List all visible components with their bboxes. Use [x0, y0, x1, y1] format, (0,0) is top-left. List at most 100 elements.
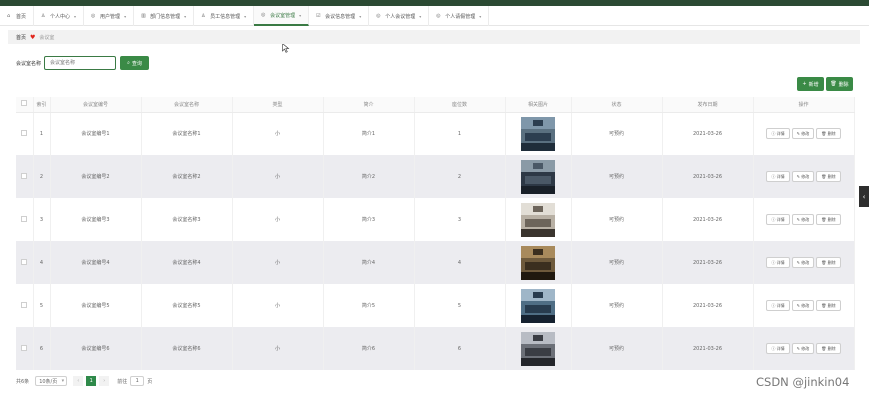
room-photo[interactable] [521, 202, 555, 237]
delete-button[interactable]: 🗑 删除 [816, 171, 841, 182]
cell-photo [505, 284, 572, 327]
chevron-left-icon: ‹ [862, 192, 866, 201]
cell-date: 2021-03-26 [662, 327, 754, 370]
cell-code: 会议室编号6 [50, 327, 142, 370]
cell-actions: ⓘ 详情 ✎ 修改 🗑 删除 [753, 284, 855, 327]
nav-item-meeting-info[interactable]: ☑ 会议信息管理 ▾ [309, 6, 370, 26]
circle-icon: ◎ [91, 12, 96, 19]
room-photo[interactable] [521, 288, 555, 323]
page-size-select[interactable]: 10条/页 ▾ [35, 376, 68, 386]
search-icon: ⌕ [127, 60, 130, 66]
cell-type: 小 [232, 284, 324, 327]
search-input[interactable] [44, 56, 116, 70]
page-number-current[interactable]: 1 [86, 376, 97, 386]
row-select-cell[interactable] [16, 155, 34, 198]
cell-intro: 简介4 [323, 241, 415, 284]
delete-button[interactable]: 🗑 删除 [816, 343, 841, 354]
row-select-cell[interactable] [16, 284, 34, 327]
table-row[interactable]: 4 会议室编号4 会议室名称4 小简介4 4 可预约 2021-03-26 ⓘ 详情 ✎ 修改 🗑… [16, 241, 855, 284]
cell-index: 2 [33, 155, 51, 198]
detail-button[interactable]: ⓘ 详情 [766, 343, 790, 354]
breadcrumb-home[interactable]: 首页 [16, 34, 26, 41]
cell-photo [505, 198, 572, 241]
edit-button[interactable]: ✎ 修改 [791, 343, 815, 354]
row-select-cell[interactable] [16, 241, 34, 284]
delete-button[interactable]: 🗑 删除 [816, 214, 841, 225]
edit-button[interactable]: ✎ 修改 [791, 171, 815, 182]
table-row[interactable]: 3 会议室编号3 会议室名称3 小简介3 3 可预约 2021-03-26 ⓘ 详情 ✎ 修改 🗑… [16, 198, 855, 241]
cell-date: 2021-03-26 [662, 198, 754, 241]
cell-intro: 简介6 [323, 327, 415, 370]
delete-label: 删除 [827, 174, 836, 179]
delete-button[interactable]: 🗑 删除 [816, 128, 841, 140]
nav-item-personal-center[interactable]: ♙ 个人中心 ▾ [34, 6, 85, 26]
detail-button[interactable]: ⓘ 详情 [766, 171, 790, 182]
chevron-down-icon: ▾ [124, 13, 127, 19]
room-photo[interactable] [521, 116, 555, 151]
detail-label: 详情 [776, 131, 785, 137]
room-photo[interactable] [521, 331, 555, 366]
edit-button[interactable]: ✎ 修改 [791, 214, 815, 225]
nav-item-employee[interactable]: ♙ 员工信息管理 ▾ [194, 6, 255, 26]
row-checkbox[interactable] [21, 172, 28, 179]
nav-bar: ⌂ 首页 ♙ 个人中心 ▾ ◎ 用户管理 ▾ ▥ 部门信息管理 ▾ ♙ 员工信息管理 ▾ ◎ 会议室… [0, 6, 869, 26]
nav-item-label: 会议信息管理 [325, 13, 356, 20]
delete-button[interactable]: 🗑 删除 [816, 300, 841, 311]
nav-item-home[interactable]: ⌂ 首页 [0, 6, 35, 26]
chevron-right-icon: › [103, 378, 106, 384]
row-checkbox[interactable] [21, 215, 28, 222]
cell-type: 小 [232, 198, 324, 241]
next-page-button[interactable]: › [99, 376, 110, 386]
table-row[interactable]: 6 会议室编号6 会议室名称6 小简介6 6 可预约 2021-03-26 ⓘ 详情 ✎ 修改 🗑… [16, 327, 855, 370]
nav-item-label: 首页 [16, 13, 27, 20]
room-photo[interactable] [521, 245, 555, 280]
batch-delete-button[interactable]: 🗑 删除 [826, 77, 853, 91]
add-button[interactable]: + 新增 [797, 77, 824, 91]
goto-page-input[interactable]: 1 [130, 376, 145, 386]
detail-button[interactable]: ⓘ 详情 [766, 300, 790, 311]
cell-name: 会议室名称1 [141, 112, 233, 155]
edit-button[interactable]: ✎ 修改 [791, 128, 815, 140]
nav-item-department[interactable]: ▥ 部门信息管理 ▾ [134, 6, 195, 26]
nav-item-user-management[interactable]: ◎ 用户管理 ▾ [84, 6, 135, 26]
detail-button[interactable]: ⓘ 详情 [766, 257, 790, 268]
detail-label: 详情 [776, 346, 785, 351]
row-checkbox[interactable] [21, 258, 28, 265]
chevron-down-icon: ▾ [61, 378, 65, 384]
side-collapse-tab[interactable]: ‹ [859, 186, 869, 207]
cell-type: 小 [232, 327, 324, 370]
delete-button-label: 删除 [838, 81, 849, 88]
row-checkbox[interactable] [21, 301, 28, 308]
nav-item-personal-meeting[interactable]: ◎ 个人会议管理 ▾ [369, 6, 430, 26]
cell-seats: 6 [414, 327, 506, 370]
prev-page-button[interactable]: ‹ [73, 376, 84, 386]
table-row[interactable]: 5 会议室编号5 会议室名称5 小简介5 5 可预约 2021-03-26 ⓘ 详情 ✎ 修改 🗑… [16, 284, 855, 327]
row-checkbox[interactable] [21, 344, 28, 351]
row-select-cell[interactable] [16, 327, 34, 370]
cell-index: 6 [33, 327, 51, 370]
row-select-cell[interactable] [16, 198, 34, 241]
table-row[interactable]: 2 会议室编号2 会议室名称2 小简介2 2 可预约 2021-03-26 ⓘ 详情 ✎ 修改 🗑… [16, 155, 855, 198]
detail-button[interactable]: ⓘ 详情 [766, 214, 790, 225]
edit-button[interactable]: ✎ 修改 [791, 300, 815, 311]
row-select-cell[interactable] [16, 112, 34, 155]
nav-item-personal-leave[interactable]: ◎ 个人请假管理 ▾ [429, 6, 490, 26]
search-label: 会议室名称 [16, 61, 42, 67]
select-all-checkbox[interactable] [21, 100, 28, 107]
chevron-down-icon: ▾ [244, 13, 247, 19]
table-row[interactable]: 1 会议室编号1 会议室名称1 小简介1 1 可预约 2021-03-26 ⓘ 详情 ✎ 修改 🗑… [16, 112, 855, 155]
cell-type: 小 [232, 241, 324, 284]
column-header: 索引 [33, 97, 51, 113]
row-checkbox[interactable] [21, 129, 28, 136]
cell-seats: 2 [414, 155, 506, 198]
edit-button[interactable]: ✎ 修改 [791, 257, 815, 268]
select-all-header[interactable] [16, 97, 34, 113]
chevron-down-icon: ▾ [184, 13, 187, 19]
cell-type: 小 [232, 112, 324, 155]
search-button[interactable]: ⌕ 查询 [120, 56, 149, 70]
room-photo[interactable] [521, 159, 555, 194]
delete-button[interactable]: 🗑 删除 [816, 257, 841, 268]
nav-item-meeting-room[interactable]: ◎ 会议室管理 ▾ [254, 6, 310, 26]
detail-button[interactable]: ⓘ 详情 [766, 128, 790, 140]
edit-label: 修改 [801, 303, 810, 308]
